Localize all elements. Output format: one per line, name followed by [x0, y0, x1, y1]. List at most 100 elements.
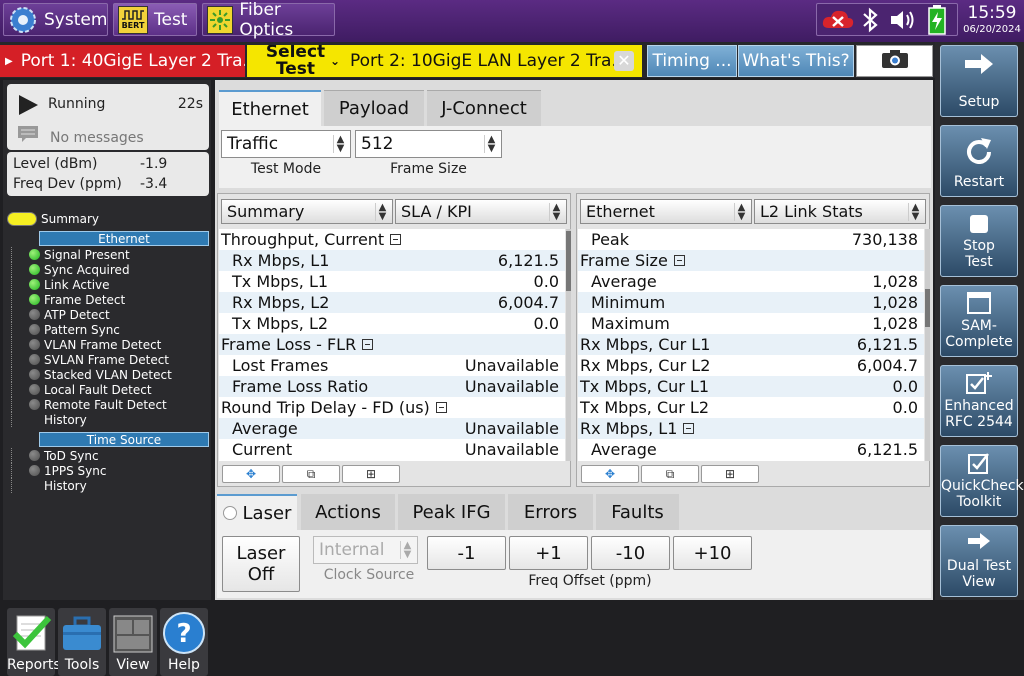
collapse-icon[interactable] [674, 255, 685, 266]
left-scrollbar[interactable] [566, 229, 571, 461]
left-group-dropdown[interactable]: SLA / KPI ▲ ▼ [395, 199, 567, 224]
time-source-header[interactable]: Time Source [39, 432, 209, 447]
status-tree-item[interactable]: Stacked VLAN Detect [11, 367, 172, 382]
tab-errors[interactable]: Errors [508, 494, 593, 530]
status-tree-item[interactable]: ToD Sync [11, 448, 99, 463]
cloud-disconnected-icon[interactable] [821, 8, 855, 36]
laser-off-button[interactable]: Laser Off [222, 536, 300, 592]
table-row: Rx Mbps, L1 6,121.5 [219, 250, 565, 271]
tab-j-connect[interactable]: J-Connect [427, 90, 541, 126]
reports-button[interactable]: Reports [7, 608, 61, 676]
right-move-button[interactable]: ✥ [581, 465, 639, 483]
tab-laser[interactable]: Laser [217, 494, 297, 530]
status-tree-item[interactable]: History [11, 478, 87, 493]
tab-faults[interactable]: Faults [596, 494, 679, 530]
screenshot-button[interactable] [856, 45, 933, 77]
port1-arrow-icon: ▶ [5, 55, 13, 67]
tab-ethernet[interactable]: Ethernet [219, 90, 321, 126]
toolbox-icon [61, 616, 103, 656]
freq-offset-button[interactable]: -1 [427, 536, 506, 570]
summary-label[interactable]: Summary [41, 212, 99, 226]
sam-complete-button[interactable]: SAM- Complete [940, 285, 1018, 357]
view-button[interactable]: View [109, 608, 157, 676]
status-tree-item[interactable]: SVLAN Frame Detect [11, 352, 169, 367]
close-icon[interactable]: ✕ [614, 51, 634, 71]
status-tree-label: History [44, 412, 87, 427]
clock-source-dropdown[interactable]: Internal ▲ ▼ [313, 536, 418, 564]
left-category-dropdown[interactable]: Summary ▲ ▼ [221, 199, 393, 224]
status-tree-item[interactable]: ATP Detect [11, 307, 110, 322]
restart-button[interactable]: Restart [940, 125, 1018, 197]
status-tree-item[interactable]: Pattern Sync [11, 322, 120, 337]
section-row[interactable]: Throughput, Current [219, 229, 565, 250]
bluetooth-icon[interactable] [861, 7, 879, 37]
timing-tab[interactable]: Timing ... [647, 45, 737, 77]
tab-actions[interactable]: Actions [301, 494, 395, 530]
status-tree-item[interactable]: History [11, 412, 87, 427]
section-row[interactable]: Frame Size [578, 250, 924, 271]
freq-offset-button[interactable]: -10 [591, 536, 670, 570]
quickcheck-toolkit-button[interactable]: QuickCheck Toolkit [940, 445, 1024, 517]
volume-icon[interactable] [889, 8, 917, 36]
status-tree-item[interactable]: Frame Detect [11, 292, 125, 307]
copy-icon: ⧉ [665, 466, 675, 481]
right-copy-button[interactable]: ⧉ [641, 465, 699, 483]
port2-tab[interactable]: Port 2: 10GigE LAN Layer 2 Tra... ✕ [344, 45, 642, 77]
test-mode-dropdown[interactable]: Traffic ▲ ▼ [221, 130, 351, 158]
left-add-button[interactable]: ⊞ [342, 465, 400, 483]
row-value: 0.0 [533, 272, 559, 291]
dual-test-view-button[interactable]: Dual Test View [940, 525, 1018, 597]
left-copy-button[interactable]: ⧉ [282, 465, 340, 483]
test-button[interactable]: BERT Test [113, 3, 197, 36]
table-row: Rx Mbps, L2 6,004.7 [219, 292, 565, 313]
help-button[interactable]: ? Help [160, 608, 208, 676]
status-tree-item[interactable]: 1PPS Sync [11, 463, 106, 478]
status-tree-item[interactable]: Sync Acquired [11, 262, 130, 277]
enhanced-rfc2544-button[interactable]: Enhanced RFC 2544 [940, 365, 1018, 437]
collapse-icon[interactable] [390, 234, 401, 245]
port1-tab[interactable]: ▶ Port 1: 40GigE Layer 2 Tra... [0, 45, 245, 77]
system-button[interactable]: System [3, 3, 108, 36]
row-value: 1,028 [872, 272, 918, 291]
right-scrollbar[interactable] [925, 229, 930, 461]
tools-button[interactable]: Tools [58, 608, 106, 676]
setup-button[interactable]: Setup [940, 45, 1018, 117]
spinner-arrows-icon: ▲ ▼ [734, 203, 748, 222]
tab-payload[interactable]: Payload [324, 90, 424, 126]
fiber-optics-button[interactable]: Fiber Optics [202, 0, 335, 40]
right-group-dropdown[interactable]: L2 Link Stats ▲ ▼ [754, 199, 926, 224]
right-add-button[interactable]: ⊞ [701, 465, 759, 483]
status-tree-item[interactable]: VLAN Frame Detect [11, 337, 161, 352]
row-value: 1,028 [872, 314, 918, 333]
collapse-icon[interactable] [362, 339, 373, 350]
tree-connector [11, 352, 27, 367]
run-state: Running [48, 96, 106, 112]
table-row: Average Unavailable [219, 418, 565, 439]
section-row[interactable]: Rx Mbps, L1 [578, 418, 924, 439]
frame-size-dropdown[interactable]: 512 ▲ ▼ [355, 130, 502, 158]
stop-icon [941, 214, 1017, 234]
level-label: Level (dBm) [13, 156, 98, 172]
collapse-icon[interactable] [436, 402, 447, 413]
freq-offset-button[interactable]: +1 [509, 536, 588, 570]
status-tree-item[interactable]: Local Fault Detect [11, 382, 152, 397]
right-category-dropdown[interactable]: Ethernet ▲ ▼ [580, 199, 752, 224]
status-tree-item[interactable]: Link Active [11, 277, 110, 292]
collapse-icon[interactable] [683, 423, 694, 434]
status-tree-item[interactable]: Remote Fault Detect [11, 397, 167, 412]
tab-peak-ifg[interactable]: Peak IFG [398, 494, 505, 530]
left-move-button[interactable]: ✥ [222, 465, 280, 483]
section-row[interactable]: Round Trip Delay - FD (us) [219, 397, 565, 418]
freq-offset-button[interactable]: +10 [673, 536, 752, 570]
section-row[interactable]: Frame Loss - FLR [219, 334, 565, 355]
select-test-tab[interactable]: Select Test ⌄ [247, 45, 344, 77]
battery-charging-icon[interactable] [925, 5, 949, 39]
row-label: Rx Mbps, L2 [232, 293, 330, 312]
stop-test-button[interactable]: Stop Test [940, 205, 1018, 277]
status-tree-item[interactable]: Signal Present [11, 247, 130, 262]
frame-size-caption: Frame Size [390, 161, 467, 177]
whats-this-button[interactable]: What's This? [738, 45, 854, 77]
row-label: Current [232, 440, 293, 459]
row-value: 6,121.5 [856, 335, 918, 354]
ethernet-header[interactable]: Ethernet [39, 231, 209, 246]
